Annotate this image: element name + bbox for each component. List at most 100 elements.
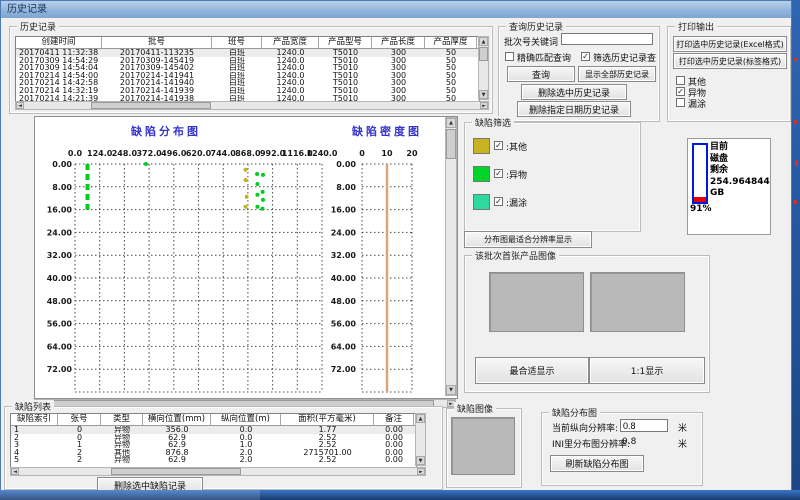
scroll-down-icon[interactable]: ▼ <box>479 90 488 99</box>
table-row[interactable]: 20170309 14:54:0420170309-145402白班1240.0… <box>16 64 479 72</box>
refresh-distribution-button[interactable]: 刷新缺陷分布图 <box>550 455 644 472</box>
table-row[interactable]: 42其他876.82.02715701.000.00 <box>11 449 416 457</box>
print-label-button[interactable]: 打印选中历史记录(标签格式) <box>673 53 787 69</box>
history-hscrollbar[interactable]: ◄ ► <box>15 101 489 110</box>
disk-used-fill <box>694 197 706 202</box>
scroll-thumb[interactable] <box>91 102 211 109</box>
svg-text:1240.0: 1240.0 <box>307 149 338 158</box>
table-row[interactable]: 20170214 14:42:5820170214-141940白班1240.0… <box>16 79 479 87</box>
best-fit-display-button[interactable]: 最合适显示 <box>475 357 589 384</box>
svg-text:64.00: 64.00 <box>331 342 357 351</box>
fit-resolution-button[interactable]: 分布图最适合分辨率显示 <box>464 231 592 248</box>
column-header[interactable]: 面积(平方毫米) <box>281 414 374 425</box>
exact-match-checkbox[interactable] <box>505 52 514 61</box>
disk-gauge-text: 目前 磁盘 剩余 254.964844 GB <box>710 142 770 200</box>
print-foreign-checkbox[interactable]: ✓ <box>676 87 685 96</box>
scroll-right-icon[interactable]: ► <box>417 468 425 475</box>
print-misscoat-checkbox[interactable] <box>676 98 685 107</box>
column-header[interactable]: 缺陷索引 <box>11 414 58 425</box>
window-title: 历史记录 <box>7 4 47 15</box>
column-header[interactable]: 班号 <box>212 37 262 48</box>
disk-gauge-bar <box>692 143 708 204</box>
print-other-checkbox[interactable] <box>676 76 685 85</box>
unit-label-1: 米 <box>678 421 687 434</box>
scroll-up-icon[interactable]: ▲ <box>416 414 425 423</box>
column-header[interactable]: 创建时间 <box>16 37 102 48</box>
scroll-up-icon[interactable]: ▲ <box>479 37 488 46</box>
svg-text:56.00: 56.00 <box>331 320 357 329</box>
svg-text:0.00: 0.00 <box>336 160 356 169</box>
svg-text:868.0: 868.0 <box>235 149 261 158</box>
defect-table[interactable]: 缺陷索引张号类型横向位置(mm)纵向位置(m)面积(平方毫米)备注 10异物35… <box>10 413 417 468</box>
table-row[interactable]: 10异物356.00.01.770.00 <box>11 426 416 434</box>
scroll-left-icon[interactable]: ◄ <box>11 468 19 475</box>
svg-text:24.00: 24.00 <box>331 228 357 237</box>
column-header[interactable]: 产品厚度 <box>425 37 477 48</box>
print-group-title: 打印输出 <box>675 20 717 33</box>
defect-list-group: 缺陷列表 缺陷索引张号类型横向位置(mm)纵向位置(m)面积(平方毫米)备注 1… <box>4 406 443 490</box>
defect-hscrollbar[interactable]: ◄ ► <box>10 467 426 476</box>
filter-history-checkbox[interactable]: ✓ <box>581 52 590 61</box>
scroll-down-icon[interactable]: ▼ <box>416 456 425 465</box>
column-header[interactable]: 产品型号 <box>319 37 372 48</box>
table-row[interactable]: 20170214 14:54:0020170214-141941白班1240.0… <box>16 72 479 80</box>
defect-vscrollbar[interactable]: ▲ ▼ <box>415 413 426 466</box>
delete-selected-history-button[interactable]: 删除选中历史记录 <box>521 84 627 100</box>
filter-history-label: 筛选历史记录查 <box>593 51 656 64</box>
table-row[interactable]: 20170214 14:32:1920170214-141939白班1240.0… <box>16 87 479 95</box>
batch-keyword-input[interactable] <box>561 33 653 45</box>
window-titlebar[interactable]: 历史记录 <box>1 1 791 18</box>
history-vscrollbar[interactable]: ▲ ▼ <box>478 36 489 100</box>
column-header[interactable]: 备注 <box>374 414 414 425</box>
column-header[interactable]: 产品宽度 <box>262 37 319 48</box>
product-image-left <box>489 272 584 332</box>
legend-misscoat-checkbox[interactable]: ✓ <box>494 197 503 206</box>
column-header[interactable]: 横向位置(mm) <box>143 414 211 425</box>
show-all-history-button[interactable]: 显示全部历史记录 <box>578 66 656 82</box>
table-row[interactable]: 31异物62.91.02.520.00 <box>11 441 416 449</box>
table-row[interactable]: 20异物62.90.02.520.00 <box>11 434 416 442</box>
one-to-one-display-button[interactable]: 1:1显示 <box>589 357 705 384</box>
legend-foreign-checkbox[interactable]: ✓ <box>494 169 503 178</box>
scroll-thumb[interactable] <box>446 129 456 159</box>
table-row[interactable]: 20170309 14:54:2920170309-145419白班1240.0… <box>16 57 479 65</box>
current-res-input[interactable] <box>620 419 668 432</box>
table-row[interactable]: 20170411 11:32:3820170411-113235白班1240.0… <box>16 49 479 57</box>
svg-text:8.00: 8.00 <box>336 183 356 192</box>
svg-text:24.00: 24.00 <box>47 228 73 237</box>
legend-other-label: :其他 <box>506 140 527 153</box>
scroll-up-icon[interactable]: ▲ <box>446 118 456 128</box>
ini-res-value: 0.8 <box>622 437 636 447</box>
history-table[interactable]: 创建时间批号班号产品宽度产品型号产品长度产品厚度 20170411 11:32:… <box>15 36 480 102</box>
column-header[interactable]: 纵向位置(m) <box>211 414 281 425</box>
svg-text:40.00: 40.00 <box>47 274 73 283</box>
taskbar[interactable] <box>0 490 800 500</box>
scroll-down-icon[interactable]: ▼ <box>446 385 456 395</box>
svg-text:16.00: 16.00 <box>47 206 73 215</box>
scroll-right-icon[interactable]: ► <box>480 102 488 109</box>
taskbar-glow <box>0 490 260 500</box>
column-header[interactable]: 批号 <box>102 37 212 48</box>
column-header[interactable]: 产品长度 <box>372 37 425 48</box>
legend-foreign-label: :异物 <box>506 168 527 181</box>
column-header[interactable]: 张号 <box>58 414 101 425</box>
column-header[interactable]: 类型 <box>101 414 143 425</box>
window-client-area: 历史记录 创建时间批号班号产品宽度产品型号产品长度产品厚度 20170411 1… <box>1 18 791 491</box>
svg-text:0.0: 0.0 <box>68 149 83 158</box>
legend-other-checkbox[interactable]: ✓ <box>494 141 503 150</box>
scroll-thumb[interactable] <box>479 47 488 61</box>
svg-text:56.00: 56.00 <box>47 320 73 329</box>
scroll-thumb[interactable] <box>111 468 241 475</box>
product-image-right <box>590 272 685 332</box>
delete-by-date-history-button[interactable]: 删除指定日期历史记录 <box>517 101 631 117</box>
desktop-icon-fragment <box>795 160 798 166</box>
table-row[interactable]: 52异物62.92.02.520.00 <box>11 456 416 464</box>
unit-label-2: 米 <box>678 437 687 450</box>
disk-percent-label: 91% <box>690 204 712 214</box>
scroll-left-icon[interactable]: ◄ <box>16 102 24 109</box>
svg-text:0.00: 0.00 <box>52 160 72 169</box>
query-button[interactable]: 查询 <box>507 66 575 82</box>
product-image-group: 该批次首张产品图像 最合适显示 1:1显示 <box>464 255 710 393</box>
chart-vscrollbar[interactable]: ▲ ▼ <box>445 117 457 396</box>
print-excel-button[interactable]: 打印选中历史记录(Excel格式) <box>673 36 787 52</box>
